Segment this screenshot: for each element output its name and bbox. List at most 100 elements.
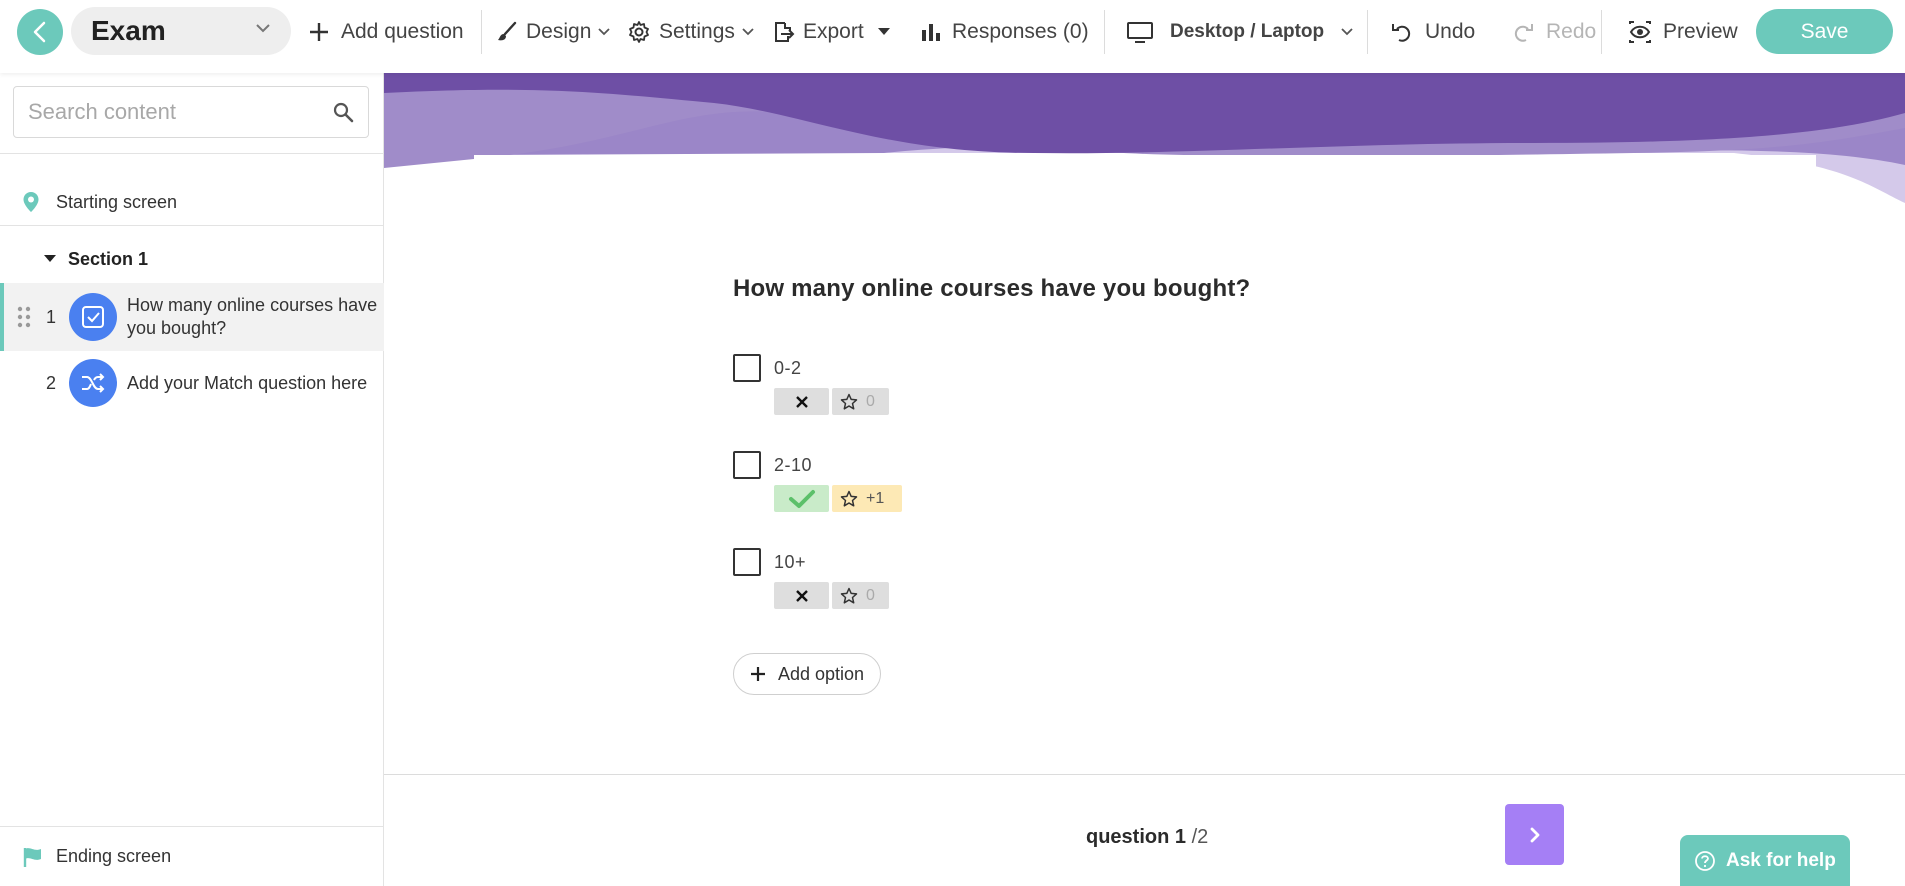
sidebar-question-item[interactable]: 1 How many online courses have you bough…	[0, 283, 384, 351]
toolbar-divider	[1601, 10, 1602, 54]
redo-icon	[1514, 23, 1533, 42]
flag-icon	[23, 847, 41, 867]
option-checkbox[interactable]	[733, 548, 761, 576]
responses-label: Responses (0)	[952, 19, 1089, 43]
chevron-down-icon	[742, 28, 754, 36]
form-title-select[interactable]: Exam	[71, 7, 291, 55]
starting-screen-label: Starting screen	[56, 191, 178, 212]
export-menu[interactable]: Export	[771, 0, 890, 63]
responses-button[interactable]: Responses (0)	[920, 0, 1089, 63]
content-sidebar: Starting screen Section 1 1 How many onl…	[0, 73, 384, 886]
chevron-left-icon	[33, 21, 46, 43]
points-button[interactable]: 0	[832, 582, 889, 609]
back-button[interactable]	[17, 9, 63, 55]
points-button[interactable]: +1	[832, 485, 902, 512]
export-icon	[775, 21, 795, 42]
points-value: 0	[866, 586, 875, 604]
undo-icon	[1392, 23, 1411, 42]
toolbar-divider	[1104, 10, 1105, 54]
ask-for-help-label: Ask for help	[1726, 849, 1836, 871]
device-label: Desktop / Laptop	[1170, 20, 1325, 42]
search-input[interactable]	[28, 99, 328, 125]
brush-icon	[498, 21, 517, 40]
option-label: 0-2	[774, 358, 802, 378]
sidebar-divider	[0, 225, 384, 226]
question-number: 2	[46, 372, 57, 393]
sidebar-divider	[0, 153, 384, 154]
gear-icon	[629, 20, 649, 43]
design-menu[interactable]: Design	[496, 0, 611, 63]
preview-label: Preview	[1663, 19, 1738, 43]
plus-icon	[310, 22, 328, 41]
points-button[interactable]: 0	[832, 388, 889, 415]
close-icon	[795, 395, 808, 408]
undo-button[interactable]: Undo	[1391, 0, 1475, 63]
top-toolbar: Exam Add question Design Settings Export…	[0, 0, 1905, 73]
star-icon	[840, 587, 858, 604]
add-option-button[interactable]: Add option	[733, 653, 881, 695]
undo-label: Undo	[1425, 19, 1476, 43]
points-value: +1	[866, 489, 885, 507]
option-label: 2-10	[774, 455, 813, 475]
chevron-down-icon	[256, 24, 270, 33]
eye-icon	[1629, 20, 1651, 43]
answer-option: 10+ 0	[733, 548, 1133, 612]
monitor-icon	[1127, 21, 1153, 43]
location-pin-icon	[23, 192, 39, 212]
question-title: How many online courses have you bought?	[127, 295, 378, 338]
checkmark-icon	[788, 489, 815, 508]
search-icon[interactable]	[332, 101, 354, 123]
option-label: 10+	[774, 552, 807, 572]
mark-incorrect-button[interactable]	[774, 388, 829, 415]
answer-option: 0-2 0	[733, 354, 1133, 418]
preview-button[interactable]: Preview	[1627, 0, 1738, 63]
ending-screen-item[interactable]: Ending screen	[0, 826, 384, 886]
add-question-button[interactable]: Add question	[307, 0, 464, 63]
ending-screen-label: Ending screen	[56, 846, 172, 866]
export-label: Export	[803, 19, 864, 43]
help-icon	[1695, 850, 1715, 871]
question-editor: How many online courses have you bought?…	[384, 73, 1905, 886]
redo-label: Redo	[1546, 19, 1597, 43]
design-label: Design	[526, 19, 592, 43]
device-select[interactable]: Desktop / Laptop	[1126, 0, 1354, 63]
toolbar-divider	[1367, 10, 1368, 54]
starting-screen-item[interactable]: Starting screen	[0, 175, 384, 229]
caret-down-icon	[877, 27, 890, 35]
settings-menu[interactable]: Settings	[627, 0, 755, 63]
question-counter: question 1 /2	[1086, 826, 1208, 849]
question-heading: How many online courses have you bought?	[733, 275, 1251, 302]
header-wave-decoration	[384, 73, 1905, 203]
question-title: Add your Match question here	[127, 372, 368, 393]
bar-chart-icon	[922, 23, 940, 41]
answer-option: 2-10 +1	[733, 451, 1133, 515]
option-checkbox[interactable]	[733, 451, 761, 479]
mark-correct-button[interactable]	[774, 485, 829, 512]
sidebar-question-item[interactable]: 2 Add your Match question here	[0, 355, 384, 411]
mark-incorrect-button[interactable]	[774, 582, 829, 609]
search-box	[13, 86, 369, 138]
ask-for-help-button[interactable]: Ask for help	[1680, 835, 1850, 886]
drag-handle-icon[interactable]	[17, 306, 31, 328]
chevron-down-icon	[1341, 28, 1353, 36]
question-footer: question 1 /2	[384, 774, 1905, 886]
toolbar-divider	[481, 10, 482, 54]
add-option-label: Add option	[778, 663, 865, 684]
option-checkbox[interactable]	[733, 354, 761, 382]
star-icon	[840, 393, 858, 410]
form-title: Exam	[91, 15, 166, 46]
section-toggle[interactable]: Section 1	[0, 233, 384, 285]
checkbox-icon	[69, 293, 117, 341]
counter-current: question 1	[1086, 826, 1187, 848]
question-number: 1	[46, 306, 57, 327]
plus-icon	[751, 667, 765, 681]
redo-button[interactable]: Redo	[1512, 0, 1596, 63]
counter-total: /2	[1191, 826, 1209, 848]
save-button[interactable]: Save	[1756, 9, 1893, 54]
close-icon	[795, 589, 808, 602]
points-value: 0	[866, 392, 875, 410]
section-label: Section 1	[68, 248, 149, 269]
next-question-button[interactable]	[1505, 804, 1564, 865]
shuffle-icon	[69, 359, 117, 407]
settings-label: Settings	[659, 19, 735, 43]
